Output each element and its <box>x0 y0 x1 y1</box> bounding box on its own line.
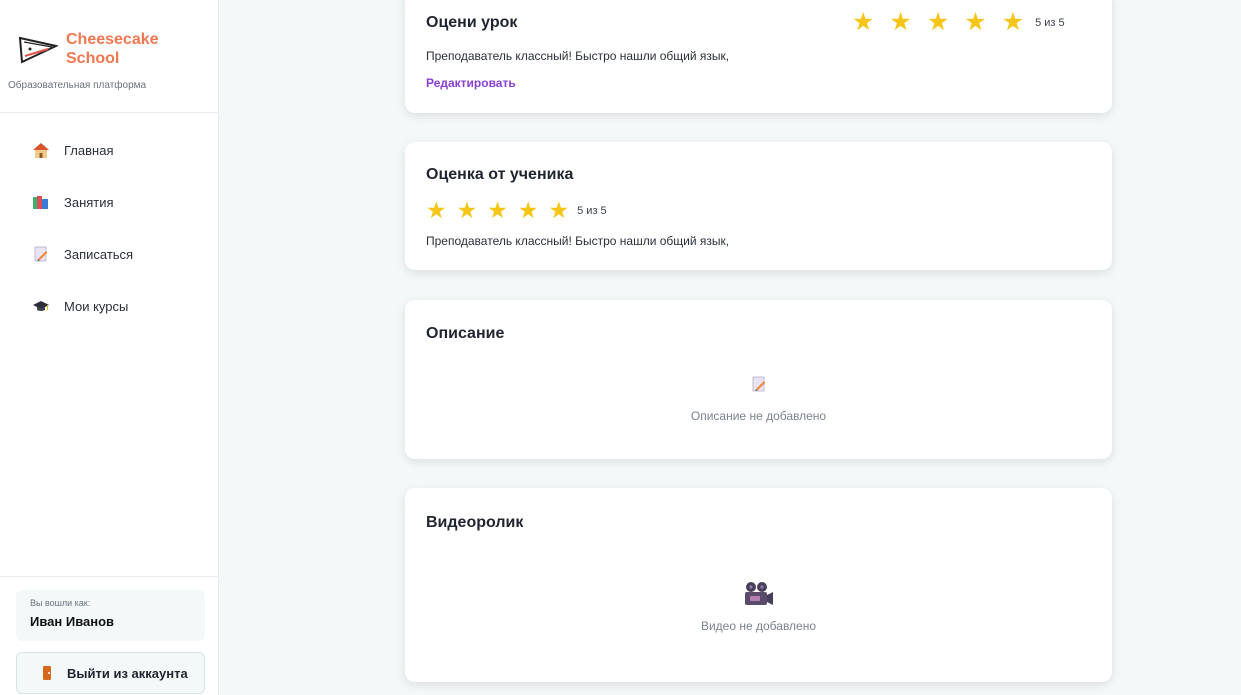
house-icon <box>33 143 49 158</box>
description-title: Описание <box>426 325 505 342</box>
memo-icon <box>752 376 766 392</box>
star-icon: ★ <box>548 197 570 223</box>
star-icon: ★ <box>487 197 508 223</box>
user-info: Вы вошли как: Иван Иванов <box>16 590 205 641</box>
logout-button[interactable]: Выйти из аккаунта <box>16 652 205 694</box>
star-icon[interactable]: ★ <box>927 10 949 35</box>
sidebar-item-label: Мои курсы <box>64 298 129 314</box>
star-icon: ★ <box>456 197 478 223</box>
sidebar-item-label: Главная <box>64 142 114 158</box>
sidebar-item-label: Занятия <box>64 194 114 210</box>
star-icon[interactable]: ★ <box>1002 10 1024 35</box>
star-icon: ★ <box>426 197 447 223</box>
star-icon[interactable]: ★ <box>964 10 986 35</box>
door-icon <box>43 666 51 680</box>
sidebar-nav: Главная Занятия Записаться Мои курсы <box>0 124 219 332</box>
brand: Cheesecake School Образовательная платфо… <box>0 0 218 113</box>
sidebar-footer: Вы вошли как: Иван Иванов Выйти из аккау… <box>0 576 219 695</box>
sidebar-item-label: Записаться <box>64 246 134 262</box>
student-rating-card: Оценка от ученика ★ ★ ★ ★ ★ 5 из 5 Препо… <box>405 142 1112 270</box>
user-label: Вы вошли как: <box>30 598 91 608</box>
description-card: Описание Описание не добавлено <box>405 300 1112 459</box>
brand-subtitle: Образовательная платформа <box>8 80 147 91</box>
student-rating-stars: ★ ★ ★ ★ ★ 5 из 5 <box>426 199 607 222</box>
video-card: Видеоролик Видео не добавлено <box>405 488 1112 682</box>
star-icon[interactable]: ★ <box>852 10 874 35</box>
sidebar-item-enroll[interactable]: Записаться <box>0 228 219 280</box>
review-text: Преподаватель классный! Быстро нашли общ… <box>426 49 730 63</box>
user-name: Иван Иванов <box>30 614 115 629</box>
sidebar-item-home[interactable]: Главная <box>0 124 219 176</box>
rating-text: 5 из 5 <box>1035 16 1065 29</box>
rate-lesson-card: Оцени урок ★ ★ ★ ★ ★ 5 из 5 Преподавател… <box>405 0 1112 113</box>
memo-icon <box>34 246 48 262</box>
sidebar: Cheesecake School Образовательная платфо… <box>0 0 219 695</box>
edit-link[interactable]: Редактировать <box>426 76 516 90</box>
books-icon <box>33 196 48 209</box>
logo-icon <box>18 36 58 64</box>
review-text: Преподаватель классный! Быстро нашли общ… <box>426 234 730 248</box>
graduation-cap-icon <box>33 301 49 311</box>
rate-lesson-title: Оцени урок <box>426 14 518 31</box>
star-icon[interactable]: ★ <box>889 10 911 35</box>
rate-lesson-stars[interactable]: ★ ★ ★ ★ ★ 5 из 5 <box>852 10 1065 35</box>
movie-camera-icon <box>745 582 773 605</box>
video-empty-text: Видео не добавлено <box>700 619 817 633</box>
logout-label: Выйти из аккаунта <box>67 665 188 681</box>
description-empty-text: Описание не добавлено <box>690 409 827 423</box>
sidebar-item-my-courses[interactable]: Мои курсы <box>0 280 219 332</box>
video-title: Видеоролик <box>426 514 524 531</box>
star-icon: ★ <box>517 197 539 223</box>
brand-name: Cheesecake School <box>66 31 159 67</box>
sidebar-item-lessons[interactable]: Занятия <box>0 176 219 228</box>
rating-text: 5 из 5 <box>577 204 607 217</box>
student-rating-title: Оценка от ученика <box>426 166 574 183</box>
